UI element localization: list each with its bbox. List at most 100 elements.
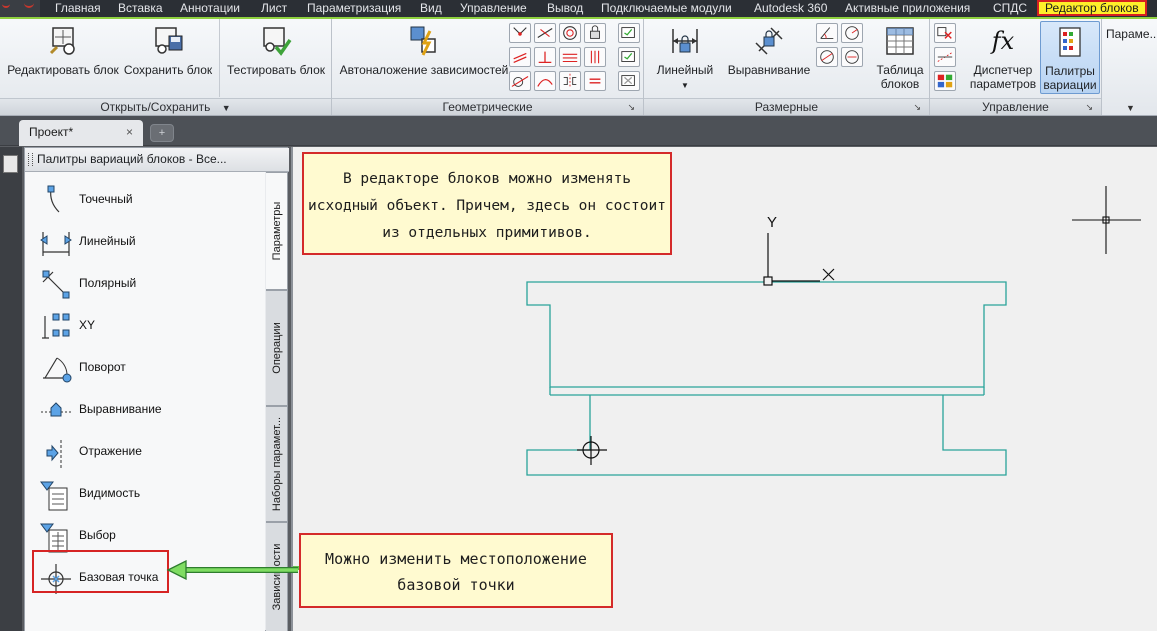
menu-tab-home[interactable]: Главная [55,0,101,17]
palette-item-visibility[interactable]: Видимость [33,474,253,514]
test-block-button[interactable]: Тестировать блок [222,25,330,77]
diameter-dimension-icon[interactable] [816,47,838,67]
palette-settings-icon[interactable] [3,155,18,173]
palette-item-linear[interactable]: Линейный [33,222,253,262]
equal-icon[interactable] [584,71,606,91]
more-panel-label[interactable]: Параме... [1106,27,1157,41]
panel-title-geometric-label: Геометрические [442,100,533,114]
radial-dimension-icon[interactable] [841,23,863,43]
menu-tab-spds[interactable]: СПДС [993,0,1027,17]
ribbon-highlight-line [0,17,1157,19]
menu-tab-view[interactable]: Вид [420,0,442,17]
palette-item-point[interactable]: Точечный [33,180,253,220]
menu-tab-insert[interactable]: Вставка [118,0,163,17]
aligned-dimension-button[interactable]: Выравнивание [724,25,814,77]
ucs-icon [763,233,835,286]
linear-dimension-button[interactable]: Линейный ▼ [650,25,720,93]
palette-item-alignment[interactable]: Выравнивание [33,390,253,430]
menu-tab-active-apps[interactable]: Активные приложения [845,0,970,17]
palette-side-strip [0,147,22,631]
linear-dimension-label: Линейный [656,63,714,77]
hide-constraints-icon[interactable] [618,71,640,91]
save-block-button[interactable]: Сохранить блок [122,25,214,77]
panel-title-manage-label: Управление [982,100,1049,114]
construction-geometry-icon[interactable] [934,47,956,67]
auto-constrain-button[interactable]: Автоналожение зависимостей [336,25,512,77]
panel-more: Параме... ▼ [1102,17,1157,115]
panel-title-dimensional-label: Размерные [754,100,819,114]
show-all-constraints-icon[interactable] [618,47,640,67]
palette-item-xy[interactable]: XY [33,306,253,346]
symmetric-icon[interactable] [559,71,581,91]
panel-title-geometric[interactable]: Геометрические ↘ [332,98,643,115]
panel-geometric: Автоналожение зависимостей Геометрически… [332,17,644,115]
auto-constrain-label: Автоналожение зависимостей [339,63,509,77]
panel-title-dimensional[interactable]: Размерные ↘ [644,98,929,115]
palette-item-label: XY [79,318,96,332]
palette-item-label: Отражение [79,444,142,458]
new-tab-button[interactable]: + [150,124,174,142]
palette-item-flip[interactable]: Отражение [33,432,253,472]
smooth-icon[interactable] [534,71,556,91]
convert-dimension-icon[interactable] [841,47,863,67]
close-icon[interactable]: × [126,120,133,144]
palette-item-label: Поворот [79,360,126,374]
palette-item-polar[interactable]: Полярный [33,264,253,304]
aligned-dimension-icon [755,27,783,55]
alignment-parameter-icon [41,402,71,417]
palette-item-rotation[interactable]: Поворот [33,348,253,388]
concentric-icon[interactable] [559,23,581,43]
palette-item-label: Видимость [79,486,141,500]
collinear-icon[interactable] [534,23,556,43]
menu-tab-autodesk-360[interactable]: Autodesk 360 [754,0,827,17]
menu-tab-block-editor[interactable]: Редактор блоков [1037,0,1147,16]
delete-constraints-icon[interactable] [934,23,956,43]
drawing-canvas[interactable]: Y В редакторе блоков можно изменять исхо… [291,147,1157,631]
menu-tab-manage[interactable]: Управление [460,0,527,17]
dialog-launcher-icon[interactable]: ↘ [627,99,635,115]
panel-open-save: Редактировать блок Сохранить блок Тестир… [0,17,332,115]
xy-parameter-icon [42,313,70,339]
variation-palettes-icon [1059,27,1081,57]
pointer-arrow-icon [166,560,298,580]
show-constraints-icon[interactable] [618,23,640,43]
ribbon: Редактировать блок Сохранить блок Тестир… [0,17,1157,116]
edit-block-icon [49,27,75,55]
save-block-icon [155,27,183,54]
menu-tab-annotate[interactable]: Аннотации [180,0,240,17]
variation-palettes-button[interactable]: Палитры вариации [1040,21,1100,94]
variation-palettes-label: Палитры вариации [1043,64,1097,92]
menu-tab-plugins[interactable]: Подключаемые модули [601,0,732,17]
base-point-marker[interactable] [577,436,607,465]
menu-tab-parametric[interactable]: Параметризация [307,0,401,17]
block-table-icon [886,27,914,55]
fix-icon[interactable] [584,23,606,43]
parallel-icon[interactable] [509,47,531,67]
tab-parameter-sets[interactable]: Наборы парамет... [266,406,288,522]
annotation-note-bottom: Можно изменить местоположение базовой то… [299,533,613,608]
ucs-y-label: Y [767,214,777,231]
block-table-button[interactable]: Таблица блоков [872,25,928,91]
tab-actions[interactable]: Операции [266,290,288,406]
palette-title[interactable]: Палитры вариаций блоков - Все... [25,148,289,172]
angular-dimension-icon[interactable] [816,23,838,43]
perpendicular-icon[interactable] [534,47,556,67]
panel-title-open-save[interactable]: Открыть/Сохранить ▼ [0,98,331,115]
panel-title-manage[interactable]: Управление ↘ [930,98,1101,115]
tab-parameters[interactable]: Параметры [266,172,288,290]
tab-project[interactable]: Проект* × [19,120,143,146]
edit-block-button[interactable]: Редактировать блок [6,25,120,77]
constraint-status-icon[interactable] [934,71,956,91]
vertical-icon[interactable] [584,47,606,67]
menu-tab-output[interactable]: Вывод [547,0,583,17]
dialog-launcher-icon[interactable]: ↘ [1085,99,1093,115]
tangent-icon[interactable] [509,71,531,91]
dialog-launcher-icon[interactable]: ↘ [913,99,921,115]
application-menu-button[interactable] [0,0,40,17]
parameter-manager-button[interactable]: fx Диспетчер параметров [966,25,1040,91]
horizontal-icon[interactable] [559,47,581,67]
coincident-icon[interactable] [509,23,531,43]
chevron-down-icon[interactable]: ▼ [1126,103,1135,113]
menu-tab-layout[interactable]: Лист [261,0,287,17]
block-geometry[interactable] [526,281,1007,476]
